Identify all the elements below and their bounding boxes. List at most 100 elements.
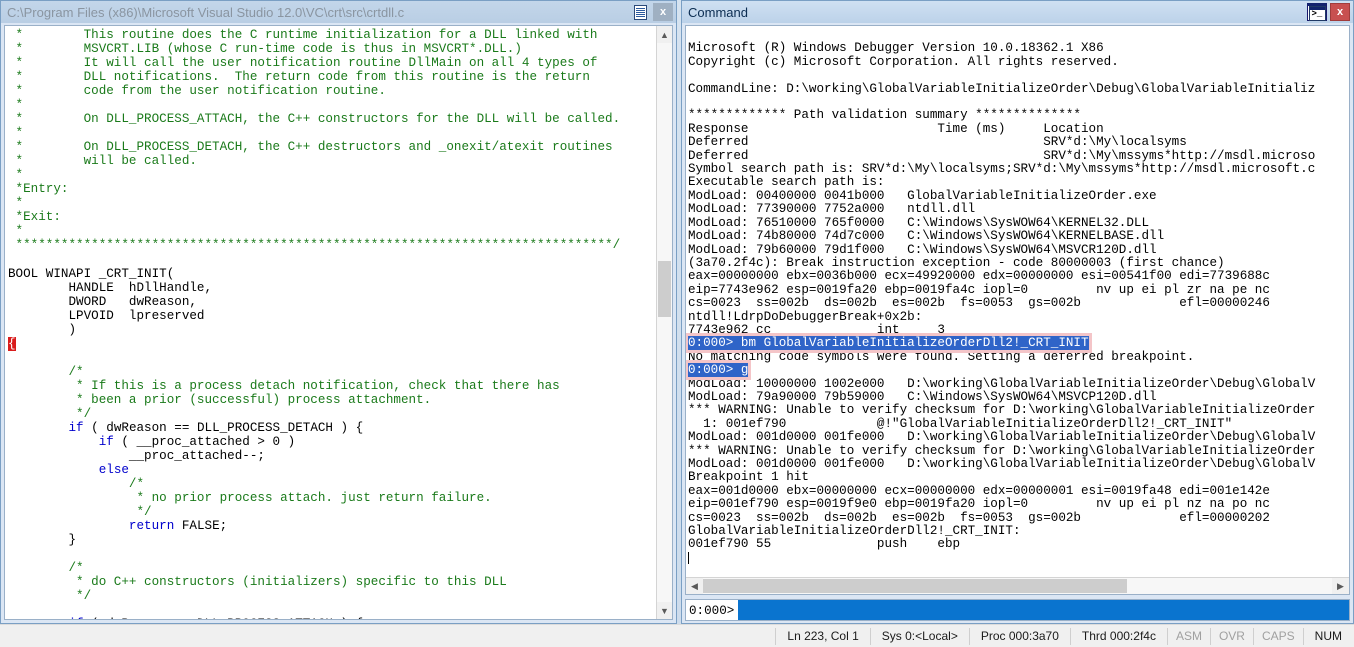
- code-span: *Entry:: [8, 182, 69, 197]
- code-span: if: [98, 434, 114, 449]
- command-window: Command >_ x Microsoft (R) Windows Debug…: [681, 0, 1354, 624]
- source-scroll-down-icon[interactable]: ▼: [657, 602, 672, 619]
- command-output-line: eax=001d0000 ebx=00000000 ecx=00000000 e…: [688, 483, 1270, 498]
- document-icon[interactable]: [630, 3, 650, 21]
- code-line: ****************************************…: [8, 238, 621, 253]
- command-output-line: Executable search path is:: [688, 175, 893, 190]
- command-output-line: ModLoad: 001d0000 001fe000 D:\working\Gl…: [688, 457, 1316, 471]
- command-output-line: 7743e962 cc int 3: [688, 322, 945, 337]
- command-window-titlebar[interactable]: Command >_ x: [682, 1, 1353, 23]
- code-span: *: [8, 224, 24, 239]
- command-output-line: eax=00000000 ebx=0036b000 ecx=49920000 e…: [688, 269, 1270, 284]
- code-line: /*: [8, 561, 83, 575]
- code-span: *: [8, 168, 24, 183]
- command-output-line: Response Time (ms) Location: [688, 121, 1104, 136]
- code-line: */: [8, 505, 152, 520]
- document-icon-glyph: [633, 4, 647, 20]
- code-line: * This routine does the C runtime initia…: [8, 28, 598, 42]
- command-horizontal-scrollbar[interactable]: ◀ ▶: [686, 577, 1349, 594]
- code-span: return: [128, 519, 175, 534]
- status-caps-indicator: CAPS: [1252, 627, 1303, 645]
- command-output-line: eip=7743e962 esp=0019fa20 ebp=0019fa4c i…: [688, 282, 1270, 297]
- code-span: ****************************************…: [8, 238, 621, 253]
- code-span: */: [8, 505, 152, 520]
- code-span: *: [8, 126, 24, 141]
- code-span: LPVOID lpreserved: [8, 308, 205, 323]
- code-line: return FALSE;: [8, 519, 227, 533]
- code-span: * do C++ constructors (initializers) spe…: [8, 575, 507, 590]
- command-scroll-right-icon[interactable]: ▶: [1332, 578, 1349, 594]
- code-line: /*: [8, 477, 144, 491]
- command-output-line: (3a70.2f4c): Break instruction exception…: [688, 255, 1225, 270]
- command-output-line: 001ef790 55 push ebp: [688, 537, 961, 552]
- command-output-line: ModLoad: 001d0000 001fe000 D:\working\Gl…: [688, 430, 1316, 445]
- command-output-pane[interactable]: Microsoft (R) Windows Debugger Version 1…: [686, 26, 1349, 577]
- command-output-line: No matching code symbols were found. Set…: [688, 349, 1195, 364]
- code-line: __proc_attached--;: [8, 449, 265, 463]
- code-span: /*: [8, 364, 84, 379]
- command-output-line: Breakpoint 1 hit: [688, 470, 809, 485]
- command-input-row: 0:000>: [685, 599, 1350, 621]
- code-line: *Entry:: [8, 182, 69, 197]
- code-line: * If this is a process detach notificati…: [8, 379, 560, 393]
- code-span: [8, 421, 68, 435]
- code-span: ( __proc_attached > 0 ): [113, 434, 296, 449]
- source-window-titlebar[interactable]: C:\Program Files (x86)\Microsoft Visual …: [1, 1, 676, 23]
- command-output-line: GlobalVariableInitializeOrderDll2!_CRT_I…: [688, 524, 1021, 539]
- source-vertical-scrollbar[interactable]: ▲ ▼: [656, 26, 672, 619]
- code-span: * On DLL_PROCESS_ATTACH, the C++ constru…: [8, 112, 621, 127]
- code-line: * On DLL_PROCESS_ATTACH, the C++ constru…: [8, 112, 621, 127]
- status-line-col: Ln 223, Col 1: [775, 627, 869, 645]
- code-span: [8, 519, 129, 533]
- code-span: ( dwReason == DLL_PROCESS_DETACH ) {: [83, 420, 364, 435]
- command-output-line: ModLoad: 77390000 7752a000 ntdll.dll: [688, 202, 976, 217]
- code-span: * It will call the user notification rou…: [8, 56, 598, 71]
- code-span: /*: [8, 477, 145, 491]
- code-span: *: [8, 98, 24, 113]
- command-output-line: ModLoad: 79a90000 79b59000 C:\Windows\Sy…: [688, 389, 1157, 404]
- command-scroll-left-icon[interactable]: ◀: [686, 578, 703, 594]
- code-span: * will be called.: [8, 154, 197, 169]
- code-span: [8, 617, 68, 619]
- code-span: * MSVCRT.LIB (whose C run-time code is t…: [8, 42, 522, 57]
- code-span: */: [8, 406, 92, 421]
- code-span: * On DLL_PROCESS_DETACH, the C++ destruc…: [8, 140, 613, 155]
- code-span: ( dwReason == DLL_PROCESS_ATTACH ) {: [84, 617, 363, 619]
- command-output-line: ntdll!LdrpDoDebuggerBreak+0x2b:: [688, 309, 923, 324]
- source-scroll-track[interactable]: [657, 43, 672, 602]
- status-thread: Thrd 000:2f4c: [1069, 627, 1167, 645]
- code-span: * code from the user notification routin…: [8, 84, 386, 99]
- command-scroll-track[interactable]: [703, 578, 1332, 594]
- source-window-buttons: x: [630, 3, 676, 21]
- command-input[interactable]: [738, 599, 1350, 621]
- code-line: * will be called.: [8, 154, 197, 168]
- code-line: ): [8, 323, 76, 337]
- code-line: *Exit:: [8, 210, 61, 224]
- code-line: * code from the user notification routin…: [8, 84, 386, 98]
- source-scroll-thumb[interactable]: [658, 261, 671, 317]
- command-window-close-icon[interactable]: x: [1330, 3, 1350, 21]
- code-line: * On DLL_PROCESS_DETACH, the C++ destruc…: [8, 140, 613, 154]
- console-prompt-icon-glyph: >_: [1308, 5, 1326, 21]
- command-output-line: ************* Path validation summary **…: [688, 108, 1081, 123]
- command-output-line: cs=0023 ss=002b ds=002b es=002b fs=0053 …: [688, 510, 1270, 525]
- breakpoint-marker: {: [8, 336, 16, 351]
- code-span: [8, 435, 99, 449]
- status-asm-indicator: ASM: [1166, 627, 1210, 645]
- source-window-close-icon[interactable]: x: [653, 3, 673, 21]
- source-code-pane[interactable]: * This routine does the C runtime initia…: [5, 26, 656, 619]
- source-code-window: C:\Program Files (x86)\Microsoft Visual …: [0, 0, 677, 624]
- command-output-line: Symbol search path is: SRV*d:\My\localsy…: [688, 162, 1316, 177]
- code-span: ): [8, 322, 77, 337]
- command-output-line: *** WARNING: Unable to verify checksum f…: [688, 443, 1316, 458]
- code-line: */: [8, 589, 91, 603]
- source-scroll-up-icon[interactable]: ▲: [657, 26, 672, 43]
- code-line: *: [8, 196, 24, 210]
- command-scroll-thumb[interactable]: [703, 579, 1127, 593]
- code-span: [8, 463, 99, 477]
- source-code-row: * This routine does the C runtime initia…: [5, 26, 672, 619]
- code-span: BOOL WINAPI _CRT_INIT(: [8, 266, 175, 281]
- code-span: if: [68, 617, 83, 619]
- command-output-line: ModLoad: 10000000 1002e000 D:\working\Gl…: [688, 376, 1316, 391]
- console-prompt-icon[interactable]: >_: [1307, 3, 1327, 21]
